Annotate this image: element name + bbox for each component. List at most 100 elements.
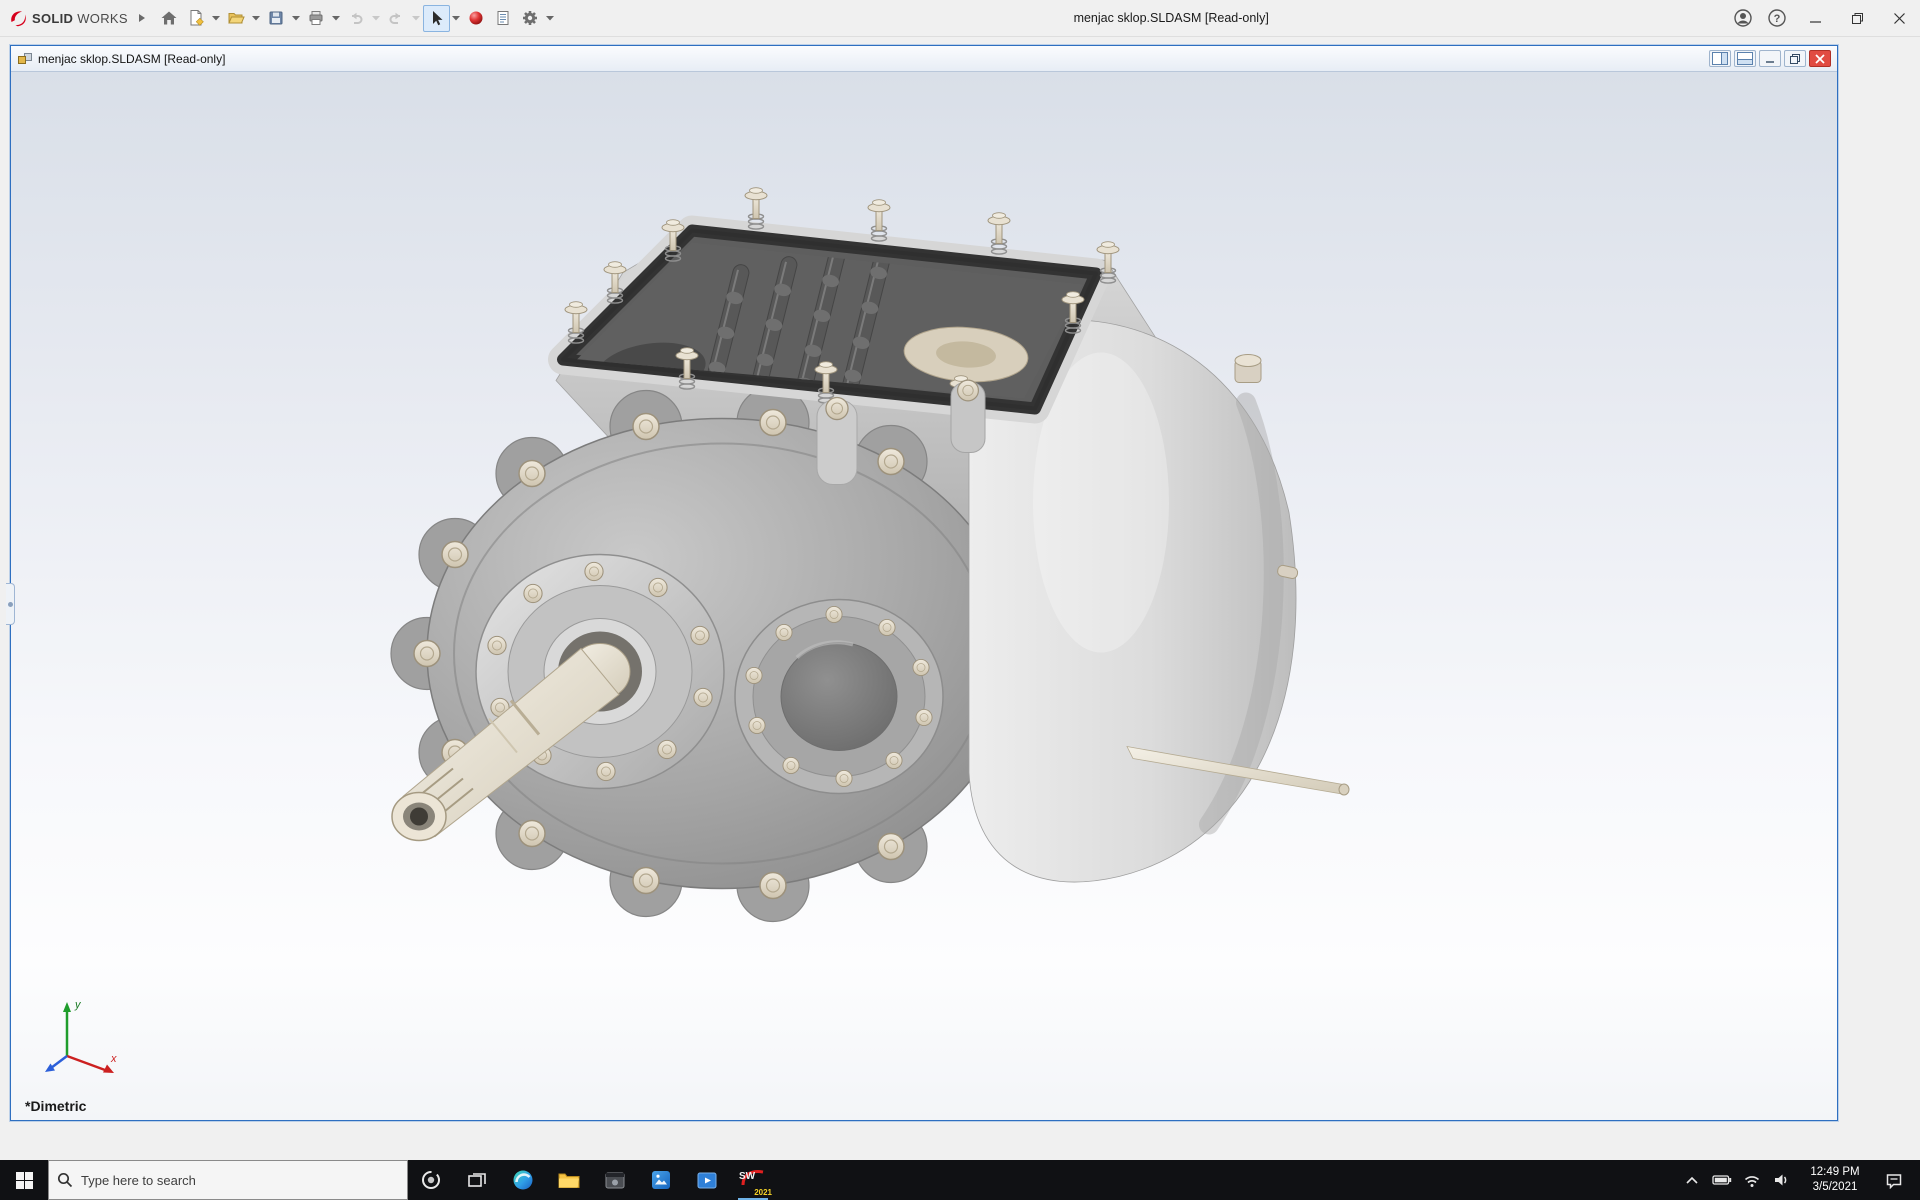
battery-icon — [1712, 1175, 1732, 1185]
account-button[interactable] — [1726, 0, 1760, 37]
account-icon — [1734, 9, 1752, 27]
titlebar-left: SOLID WORKS — [0, 4, 559, 32]
tray-expand-button[interactable] — [1678, 1160, 1706, 1200]
document-window: menjac sklop.SLDASM [Read-only] y x *Dim… — [10, 45, 1838, 1121]
x-axis-icon — [66, 1054, 106, 1072]
solidworks-app-button[interactable]: SW 2021 — [730, 1160, 776, 1200]
select-tool-dropdown[interactable] — [450, 5, 463, 32]
wifi-icon — [1744, 1175, 1760, 1187]
bottom-pane-icon — [1737, 52, 1753, 65]
media-app-icon — [697, 1172, 717, 1188]
app-button-media[interactable] — [684, 1160, 730, 1200]
collapsed-panel-tab[interactable] — [6, 583, 15, 625]
undo-button[interactable] — [343, 5, 370, 32]
app-button-photos[interactable] — [638, 1160, 684, 1200]
volume-button[interactable] — [1768, 1160, 1796, 1200]
screen: SOLID WORKS menjac sklop.SLDASM [Read-on… — [0, 0, 1920, 1200]
right-pane-toggle-button[interactable] — [1709, 50, 1731, 67]
logo-text-solid: SOLID — [32, 10, 74, 26]
x-axis-label: x — [110, 1053, 117, 1065]
file-properties-button[interactable] — [490, 5, 517, 32]
window-title: menjac sklop.SLDASM [Read-only] — [1073, 11, 1269, 25]
bottom-pane-toggle-button[interactable] — [1734, 50, 1756, 67]
task-view-button[interactable] — [454, 1160, 500, 1200]
restore-icon — [1790, 53, 1800, 64]
document-titlebar: menjac sklop.SLDASM [Read-only] — [11, 46, 1837, 72]
appearances-button[interactable] — [463, 5, 490, 32]
undo-icon — [352, 12, 363, 24]
open-dropdown[interactable] — [250, 5, 263, 32]
z-axis-icon — [50, 1055, 68, 1069]
options-button[interactable] — [517, 5, 544, 32]
print-button[interactable] — [303, 5, 330, 32]
home-icon — [161, 11, 177, 25]
red-sphere-icon — [469, 11, 483, 25]
app-button-dark[interactable] — [592, 1160, 638, 1200]
save-dropdown[interactable] — [290, 5, 303, 32]
minimize-icon — [1809, 20, 1821, 23]
app-titlebar: SOLID WORKS menjac sklop.SLDASM [Read-on… — [0, 0, 1920, 37]
search-input[interactable] — [81, 1172, 399, 1188]
svg-text:?: ? — [1774, 13, 1781, 25]
chevron-down-icon — [332, 16, 341, 21]
chevron-down-icon — [292, 16, 301, 21]
chevron-down-icon — [412, 16, 421, 21]
print-dropdown[interactable] — [330, 5, 343, 32]
menu-expand-button[interactable] — [134, 13, 150, 23]
workspace: menjac sklop.SLDASM [Read-only] y x *Dim… — [0, 38, 1920, 1160]
battery-button[interactable] — [1708, 1160, 1736, 1200]
document-title: menjac sklop.SLDASM [Read-only] — [38, 51, 226, 66]
open-folder-icon — [228, 13, 245, 24]
document-window-controls — [1709, 50, 1833, 67]
taskbar: SW 2021 — [0, 1160, 1920, 1200]
new-document-dropdown[interactable] — [210, 5, 223, 32]
redo-icon — [389, 12, 401, 24]
orientation-triad: y x — [45, 999, 117, 1073]
clock-date: 3/5/2021 — [1812, 1181, 1858, 1193]
file-explorer-icon — [558, 1173, 580, 1188]
save-icon — [269, 11, 283, 25]
network-button[interactable] — [1738, 1160, 1766, 1200]
cortana-button[interactable] — [408, 1160, 454, 1200]
gear-icon — [523, 11, 538, 25]
minimize-icon — [1766, 60, 1774, 63]
graphics-viewport[interactable]: y x *Dimetric — [11, 72, 1837, 1120]
dark-window-app-icon — [605, 1172, 625, 1188]
document-close-button[interactable] — [1809, 50, 1831, 67]
redo-dropdown[interactable] — [410, 5, 423, 32]
close-button[interactable] — [1878, 0, 1920, 37]
options-dropdown[interactable] — [544, 5, 557, 32]
chevron-up-icon — [1686, 1176, 1698, 1184]
maximize-button[interactable] — [1836, 0, 1878, 37]
minimize-button[interactable] — [1794, 0, 1836, 37]
document-minimize-button[interactable] — [1759, 50, 1781, 67]
select-arrow-icon — [433, 11, 443, 26]
chevron-down-icon — [212, 16, 221, 21]
solidworks-year-badge: 2021 — [754, 1188, 772, 1197]
redo-button[interactable] — [383, 5, 410, 32]
y-axis-label: y — [74, 999, 82, 1011]
chevron-down-icon — [546, 16, 555, 21]
start-button[interactable] — [0, 1160, 48, 1200]
document-restore-button[interactable] — [1784, 50, 1806, 67]
chevron-down-icon — [372, 16, 381, 21]
notification-center-button[interactable] — [1874, 1160, 1914, 1200]
task-view-icon — [468, 1173, 486, 1187]
select-tool-button[interactable] — [422, 4, 450, 32]
save-button[interactable] — [263, 5, 290, 32]
undo-dropdown[interactable] — [370, 5, 383, 32]
help-button[interactable]: ? — [1760, 0, 1794, 37]
file-explorer-button[interactable] — [546, 1160, 592, 1200]
solidworks-logo[interactable]: SOLID WORKS — [8, 8, 128, 28]
restore-icon — [1851, 12, 1863, 24]
edge-browser-button[interactable] — [500, 1160, 546, 1200]
search-icon — [57, 1172, 73, 1188]
speaker-icon — [1775, 1174, 1787, 1186]
taskbar-search[interactable] — [48, 1160, 408, 1200]
open-button[interactable] — [223, 5, 250, 32]
taskbar-clock[interactable]: 12:49 PM 3/5/2021 — [1798, 1165, 1872, 1195]
help-icon: ? — [1768, 9, 1786, 27]
home-button[interactable] — [156, 5, 183, 32]
new-document-button[interactable] — [183, 5, 210, 32]
toolbar — [156, 4, 557, 32]
